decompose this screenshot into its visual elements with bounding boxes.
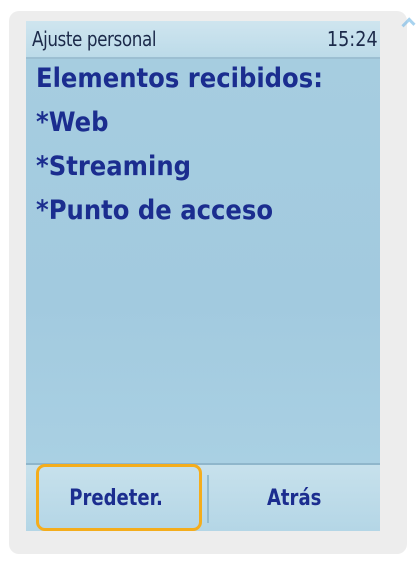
received-items-heading: Elementos recibidos:	[36, 63, 323, 94]
received-item-access-point: *Punto de acceso	[36, 195, 274, 226]
default-softkey-button[interactable]: Predeter.	[26, 465, 207, 531]
softkey-bar: Predeter. Atrás	[26, 463, 380, 531]
screen-title: Ajuste personal	[32, 27, 157, 51]
status-bar: Ajuste personal 15:24	[26, 21, 380, 59]
received-item-web: *Web	[36, 107, 109, 138]
clock: 15:24	[327, 27, 378, 51]
default-softkey-label: Predeter.	[69, 485, 164, 511]
back-softkey-label: Atrás	[267, 485, 322, 511]
received-item-streaming: *Streaming	[36, 151, 192, 182]
message-content: Elementos recibidos: *Web *Streaming *Pu…	[26, 59, 380, 463]
back-softkey-button[interactable]: Atrás	[209, 465, 380, 531]
phone-screen: Ajuste personal 15:24 Elementos recibido…	[26, 21, 380, 531]
